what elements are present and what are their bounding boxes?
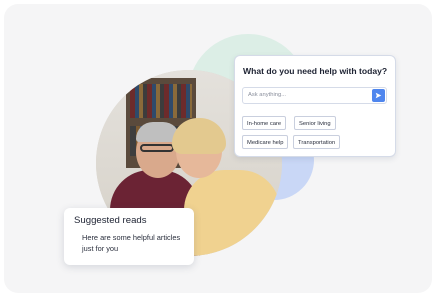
ask-input-placeholder: Ask anything... xyxy=(248,92,287,98)
chip-in-home-care[interactable]: In-home care xyxy=(242,116,287,130)
suggested-reads-body: Here are some helpful articles just for … xyxy=(82,233,181,253)
chat-title: What do you need help with today? xyxy=(243,66,388,76)
ask-input[interactable]: Ask anything... xyxy=(242,87,387,104)
suggested-reads-title: Suggested reads xyxy=(74,215,147,226)
chip-medicare-help[interactable]: Medicare help xyxy=(242,135,289,149)
send-arrow-icon xyxy=(375,92,382,99)
chip-senior-living[interactable]: Senior living xyxy=(294,116,336,130)
suggested-reads-card[interactable]: Suggested reads Here are some helpful ar… xyxy=(64,208,194,265)
chip-transportation[interactable]: Transportation xyxy=(293,135,341,149)
help-chat-card: What do you need help with today? Ask an… xyxy=(234,55,396,157)
send-button[interactable] xyxy=(372,89,385,102)
